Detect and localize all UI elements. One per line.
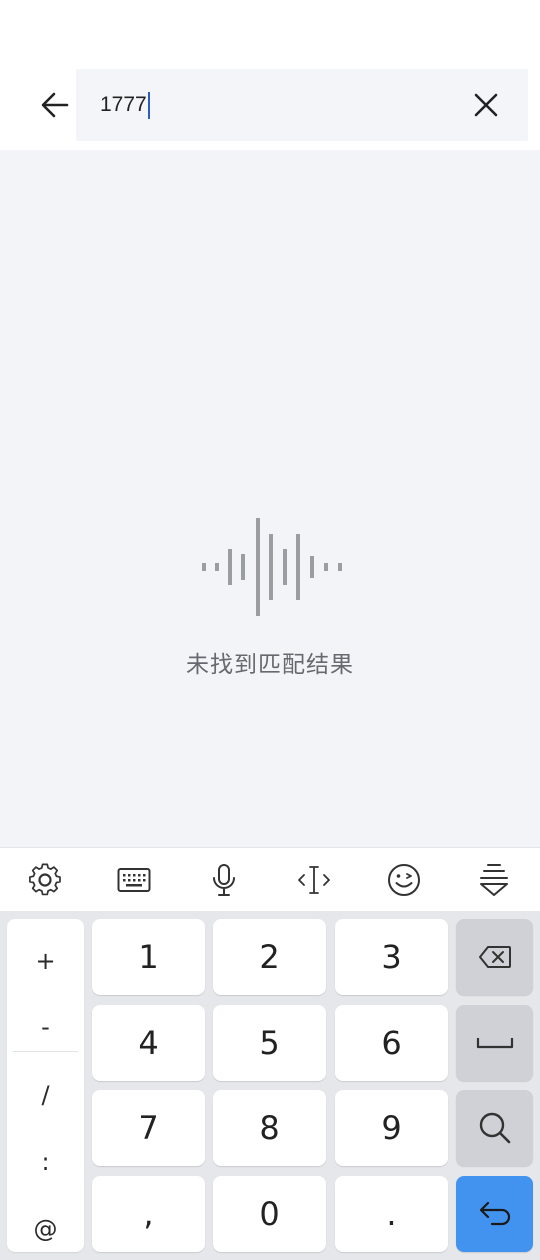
hide-keyboard-icon	[480, 864, 508, 896]
symbol-key-plus[interactable]: +	[7, 931, 84, 991]
key-7[interactable]: 7	[92, 1090, 205, 1166]
search-icon	[479, 1112, 510, 1144]
microphone-icon	[213, 864, 235, 896]
emoji-icon	[388, 864, 420, 896]
settings-button[interactable]	[0, 848, 90, 912]
cursor-move-button[interactable]	[269, 848, 359, 912]
no-results-message: 未找到匹配结果	[186, 652, 354, 678]
key-5[interactable]: 5	[213, 1005, 326, 1081]
enter-key[interactable]	[456, 1176, 533, 1252]
search-input[interactable]	[100, 69, 460, 141]
keyboard-toolbar	[0, 847, 540, 912]
key-1[interactable]: 1	[92, 919, 205, 995]
arrow-left-icon	[41, 92, 69, 118]
clear-button[interactable]	[464, 83, 508, 127]
settings-icon	[29, 863, 61, 896]
close-icon	[474, 93, 498, 117]
hide-keyboard-button[interactable]	[449, 848, 539, 912]
search-box	[76, 69, 528, 141]
key-8[interactable]: 8	[213, 1090, 326, 1166]
key-period[interactable]: .	[335, 1176, 448, 1252]
cursor-move-icon	[298, 866, 330, 894]
key-4[interactable]: 4	[92, 1005, 205, 1081]
voice-input-button[interactable]	[179, 848, 269, 912]
backspace-icon	[478, 946, 511, 968]
numeric-keyboard: + - / : @ 1 2 3 4 5 6 7 8 9 , 0 .	[0, 911, 540, 1260]
sound-wave-icon	[202, 518, 342, 616]
key-0[interactable]: 0	[213, 1176, 326, 1252]
space-key[interactable]	[456, 1005, 533, 1081]
key-3[interactable]: 3	[335, 919, 448, 995]
symbol-key-colon[interactable]: :	[7, 1132, 84, 1192]
key-comma[interactable]: ,	[92, 1176, 205, 1252]
symbol-key-slash[interactable]: /	[7, 1065, 84, 1125]
key-2[interactable]: 2	[213, 919, 326, 995]
keyboard-icon	[117, 868, 151, 892]
emoji-button[interactable]	[359, 848, 449, 912]
symbol-divider	[13, 1051, 78, 1052]
search-key[interactable]	[456, 1090, 533, 1166]
key-9[interactable]: 9	[335, 1090, 448, 1166]
keyboard-switch-button[interactable]	[89, 848, 179, 912]
space-icon	[476, 1038, 513, 1049]
symbol-key-minus[interactable]: -	[7, 997, 84, 1057]
back-button[interactable]	[30, 80, 80, 130]
backspace-key[interactable]	[456, 919, 533, 995]
search-header	[0, 0, 540, 150]
symbol-column: + - / : @	[7, 919, 84, 1252]
key-6[interactable]: 6	[335, 1005, 448, 1081]
symbol-key-at[interactable]: @	[7, 1199, 84, 1259]
results-area: 未找到匹配结果	[0, 150, 540, 847]
enter-icon	[479, 1201, 510, 1226]
text-caret	[148, 92, 150, 119]
